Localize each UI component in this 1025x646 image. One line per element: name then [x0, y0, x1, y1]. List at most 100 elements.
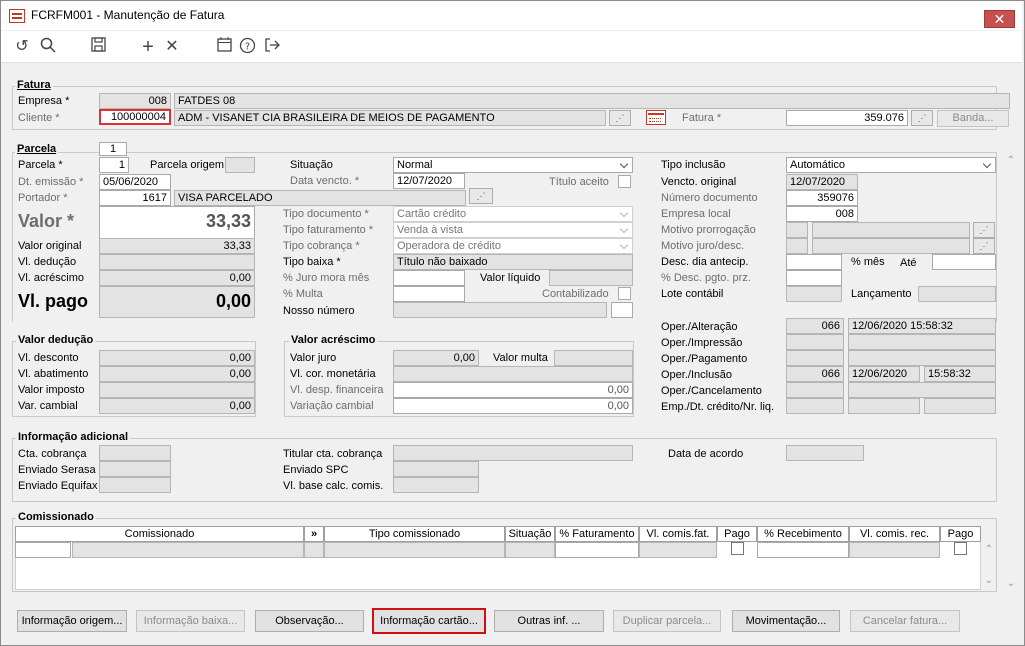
- parcela-tab[interactable]: 1: [99, 142, 127, 156]
- tipo-faturamento-label: Tipo faturamento *: [283, 224, 374, 236]
- portador-lookup-button[interactable]: ⋰: [469, 188, 493, 204]
- tipo-inclusao-label: Tipo inclusão: [661, 159, 726, 171]
- row-pct-recebimento[interactable]: [757, 542, 849, 558]
- valor-multa-label: Valor multa: [493, 352, 548, 364]
- banda-button[interactable]: Banda...: [937, 110, 1009, 127]
- col-pago-fat[interactable]: Pago: [717, 526, 757, 542]
- oper-pagamento-datetime: [848, 350, 996, 366]
- card-icon[interactable]: [646, 110, 666, 125]
- variacao-cambial-field[interactable]: 0,00: [393, 398, 633, 414]
- outras-inf-button[interactable]: Outras inf. ...: [494, 610, 604, 632]
- multa-pct-field[interactable]: [393, 286, 465, 302]
- motivo-prorrogacao-lookup[interactable]: ⋰: [973, 222, 995, 238]
- fatura-section-title: Fatura: [15, 79, 53, 91]
- parcela-field[interactable]: 1: [99, 157, 129, 173]
- informacao-cartao-button[interactable]: Informação cartão...: [372, 608, 486, 634]
- form-scrollbar[interactable]: ⌃ ⌄: [1004, 155, 1018, 595]
- informacao-baixa-button[interactable]: Informação baixa...: [136, 610, 245, 632]
- vl-desp-financeira-label: Vl. desp. financeira: [290, 384, 384, 396]
- vl-desp-financeira-field[interactable]: 0,00: [393, 382, 633, 398]
- col-comissionado[interactable]: Comissionado: [15, 526, 304, 542]
- col-expand[interactable]: »: [304, 526, 324, 542]
- enviado-spc-field: [393, 461, 479, 477]
- tipo-inclusao-select[interactable]: Automático: [786, 157, 996, 173]
- cliente-code-field[interactable]: 100000004: [99, 109, 171, 125]
- ate-field[interactable]: [932, 254, 996, 270]
- nosso-numero-digit-field[interactable]: [611, 302, 633, 318]
- oper-cancelamento-label: Oper./Cancelamento: [661, 385, 762, 397]
- data-acordo-label: Data de acordo: [668, 448, 744, 460]
- tipo-baixa-field: Título não baixado: [393, 254, 633, 270]
- row-pct-faturamento[interactable]: [555, 542, 639, 558]
- close-button[interactable]: ✕: [984, 10, 1015, 28]
- empresa-local-label: Empresa local: [661, 208, 731, 220]
- empresa-local-field[interactable]: 008: [786, 206, 858, 222]
- col-tipo-comissionado[interactable]: Tipo comissionado: [324, 526, 505, 542]
- movimentacao-button[interactable]: Movimentação...: [732, 610, 840, 632]
- oper-impressao-label: Oper./Impressão: [661, 337, 743, 349]
- oper-inclusao-time: 15:58:32: [924, 366, 996, 382]
- data-vencto-field[interactable]: 12/07/2020: [393, 173, 465, 189]
- tipo-faturamento-select[interactable]: Venda à vista: [393, 222, 633, 238]
- save-icon[interactable]: [87, 37, 109, 57]
- col-pct-recebimento[interactable]: % Recebimento: [757, 526, 849, 542]
- help-icon[interactable]: ?: [236, 37, 258, 57]
- grid-scrollbar[interactable]: ⌃ ⌄: [982, 526, 996, 590]
- empresa-code-field[interactable]: 008: [99, 93, 171, 109]
- cta-cobranca-field: [99, 445, 171, 461]
- valor-liquido-label: Valor líquido: [480, 272, 541, 284]
- motivo-prorrogacao-code: [786, 222, 808, 238]
- col-pct-faturamento[interactable]: % Faturamento: [555, 526, 639, 542]
- cliente-lookup-button[interactable]: ⋰: [609, 110, 631, 126]
- oper-impressao-datetime: [848, 334, 996, 350]
- tipo-documento-select[interactable]: Cartão crédito: [393, 206, 633, 222]
- cliente-label: Cliente *: [18, 112, 60, 124]
- row-pago-fat-checkbox[interactable]: [731, 542, 744, 555]
- data-vencto-label: Data vencto. *: [290, 175, 360, 187]
- exit-icon[interactable]: [261, 37, 283, 57]
- undo-icon[interactable]: ↺: [11, 37, 33, 57]
- tipo-cobranca-select[interactable]: Operadora de crédito: [393, 238, 633, 254]
- row-expand: [304, 542, 324, 558]
- informacao-origem-button[interactable]: Informação origem...: [17, 610, 127, 632]
- duplicar-parcela-button[interactable]: Duplicar parcela...: [613, 610, 721, 632]
- col-situacao[interactable]: Situação: [505, 526, 555, 542]
- col-pago-rec[interactable]: Pago: [940, 526, 981, 542]
- vencto-original-field: 12/07/2020: [786, 174, 858, 190]
- fatura-lookup-button[interactable]: ⋰: [911, 110, 933, 126]
- portador-code-field[interactable]: 1617: [99, 190, 171, 206]
- multa-pct-label: % Multa: [283, 288, 323, 300]
- pct-desc-pgto-field[interactable]: [786, 270, 842, 286]
- situacao-select[interactable]: Normal: [393, 157, 633, 173]
- titulo-aceito-label: Título aceito: [549, 176, 609, 188]
- valor-field[interactable]: 33,33: [99, 206, 255, 239]
- contabilizado-checkbox[interactable]: [618, 287, 631, 300]
- add-icon[interactable]: +: [137, 37, 159, 57]
- col-vl-comis-fat[interactable]: Vl. comis.fat.: [639, 526, 717, 542]
- juro-mora-field[interactable]: [393, 270, 465, 286]
- row-pago-rec-checkbox[interactable]: [954, 542, 967, 555]
- valor-label: Valor *: [18, 211, 75, 231]
- desc-dia-antecip-label: Desc. dia antecip.: [661, 256, 749, 268]
- numero-documento-field[interactable]: 359076: [786, 190, 858, 206]
- motivo-juro-lookup[interactable]: ⋰: [973, 238, 995, 254]
- fatura-field[interactable]: 359.076: [786, 110, 908, 126]
- col-vl-comis-rec[interactable]: Vl. comis. rec.: [849, 526, 940, 542]
- row-tipo-comissionado: [324, 542, 505, 558]
- enviado-spc-label: Enviado SPC: [283, 464, 349, 476]
- row-comissionado-code[interactable]: [15, 542, 71, 558]
- observacao-button[interactable]: Observação...: [255, 610, 364, 632]
- titulo-aceito-checkbox[interactable]: [618, 175, 631, 188]
- desc-dia-antecip-field[interactable]: [786, 254, 842, 270]
- dt-emissao-field[interactable]: 05/06/2020: [99, 174, 171, 190]
- vl-deducao-label: Vl. dedução: [18, 256, 77, 268]
- delete-icon[interactable]: ✕: [161, 37, 183, 57]
- search-icon[interactable]: [37, 37, 59, 57]
- empresa-name-field: FATDES 08: [174, 93, 1010, 109]
- parcela-section-title: Parcela: [15, 143, 59, 155]
- numero-documento-label: Número documento: [661, 192, 758, 204]
- motivo-prorrogacao-desc: [812, 222, 970, 238]
- cancelar-fatura-button[interactable]: Cancelar fatura...: [850, 610, 960, 632]
- calendar-icon[interactable]: [213, 37, 235, 57]
- parcela-origem-label: Parcela origem: [150, 159, 224, 171]
